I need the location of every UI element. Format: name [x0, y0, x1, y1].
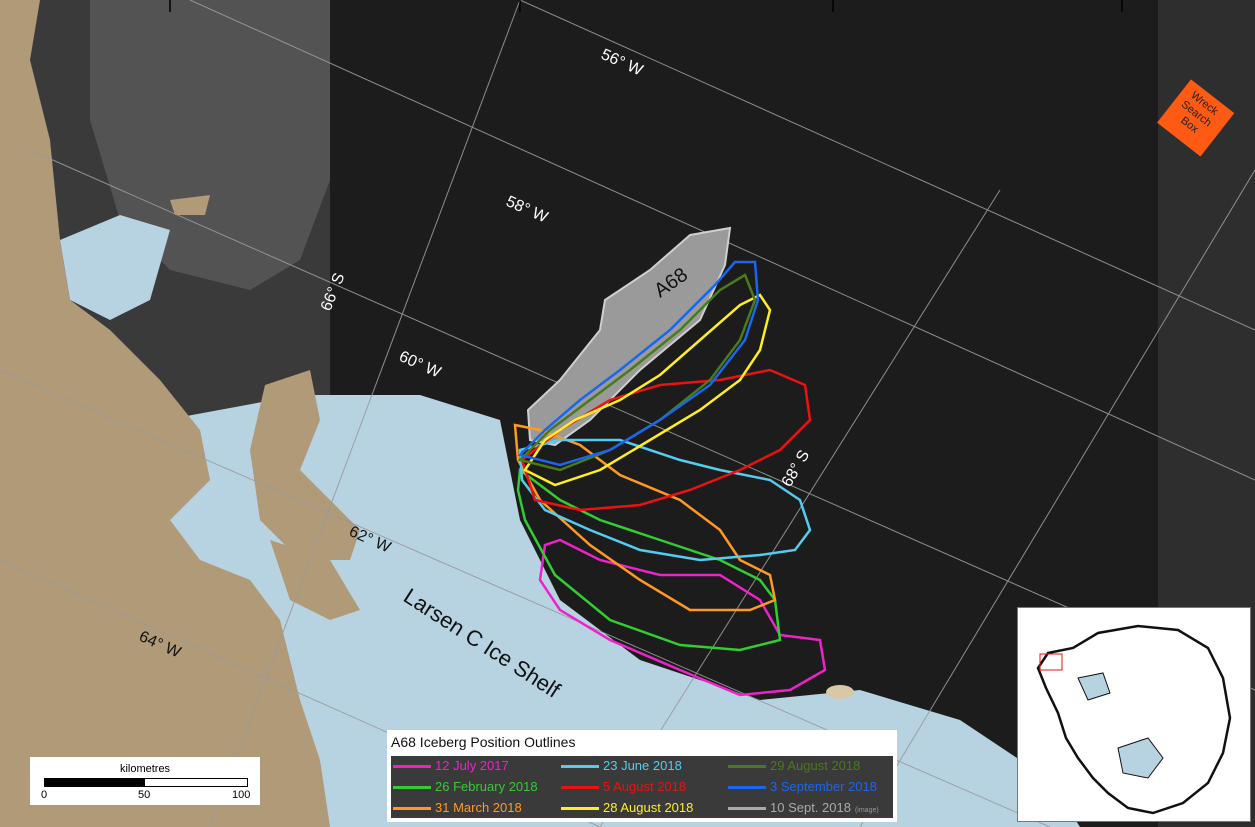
- scale-bar-segment: [45, 779, 145, 786]
- legend-body: 12 July 2017 26 February 2018 31 March 201…: [391, 756, 893, 818]
- antarctica-outline-icon: [1036, 624, 1232, 815]
- legend-swatch: [393, 786, 431, 789]
- legend-swatch: [393, 807, 431, 810]
- legend-swatch: [728, 786, 766, 789]
- legend-label: 23 June 2018: [603, 758, 682, 773]
- legend-label: 12 July 2017: [435, 758, 509, 773]
- legend-label: 3 September 2018: [770, 779, 877, 794]
- inset-map-antarctica: [1017, 607, 1251, 822]
- scale-bar: kilometres 0 50 100: [30, 757, 260, 805]
- scale-title: kilometres: [119, 763, 171, 775]
- inset-map-svg: [1036, 624, 1232, 815]
- legend-label: 5 August 2018: [603, 779, 687, 794]
- legend: A68 Iceberg Position Outlines 12 July 20…: [387, 730, 897, 822]
- legend-title: A68 Iceberg Position Outlines: [391, 734, 576, 750]
- legend-label: 28 August 2018: [603, 800, 694, 815]
- small-island: [826, 685, 854, 699]
- scale-tick-100: 100: [232, 789, 251, 801]
- scale-tick-0: 0: [41, 789, 48, 801]
- legend-label: 29 August 2018: [770, 758, 861, 773]
- legend-swatch: [561, 807, 599, 810]
- legend-note: (image): [854, 807, 879, 814]
- legend-swatch: [728, 765, 766, 768]
- legend-label: 10 Sept. 2018 (image): [770, 800, 879, 815]
- legend-swatch: [561, 765, 599, 768]
- legend-swatch: [393, 765, 431, 768]
- legend-swatch: [561, 786, 599, 789]
- scale-bar-graphic: [44, 778, 248, 787]
- scale-tick-50: 50: [138, 789, 151, 801]
- legend-swatch: [728, 807, 766, 810]
- legend-label: 26 February 2018: [435, 779, 538, 794]
- legend-label: 31 March 2018: [435, 800, 522, 815]
